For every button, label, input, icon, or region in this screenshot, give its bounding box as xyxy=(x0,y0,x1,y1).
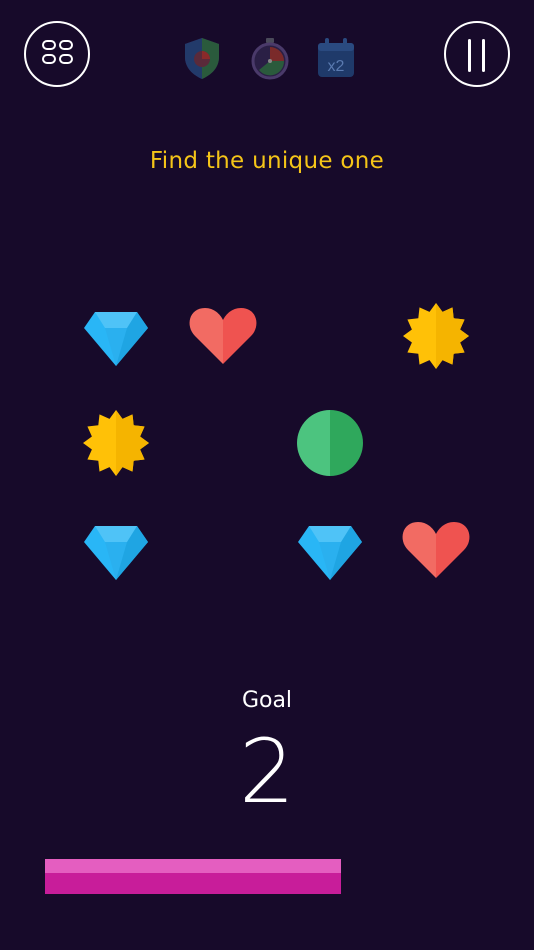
circle-icon xyxy=(297,410,363,476)
instruction-title: Find the unique one xyxy=(149,148,385,174)
diamond-icon xyxy=(298,526,362,580)
diamond-icon xyxy=(84,526,148,580)
heart-tile[interactable] xyxy=(185,298,261,374)
powerup-x2-label: x2 xyxy=(328,58,345,75)
menu-button[interactable] xyxy=(24,21,90,87)
heart-icon xyxy=(189,308,257,364)
pause-button[interactable] xyxy=(444,21,510,87)
shield-powerup-icon[interactable] xyxy=(179,35,225,81)
diamond-tile[interactable] xyxy=(78,298,154,374)
pause-icon-bar xyxy=(482,39,485,72)
pause-icon xyxy=(468,39,471,72)
goal-label: Goal xyxy=(241,688,293,713)
grid-menu-icon xyxy=(40,40,76,70)
sun-tile[interactable] xyxy=(398,298,474,374)
sun-icon xyxy=(403,303,469,369)
sun-icon xyxy=(83,410,149,476)
heart-tile[interactable] xyxy=(398,512,474,588)
diamond-tile[interactable] xyxy=(78,512,154,588)
calendar-x2-powerup-icon[interactable]: x2 xyxy=(313,35,359,81)
timer-powerup-icon[interactable] xyxy=(247,35,293,81)
circle-tile[interactable] xyxy=(292,405,368,481)
progress-bar xyxy=(45,859,341,894)
diamond-tile[interactable] xyxy=(292,512,368,588)
heart-icon xyxy=(402,522,470,578)
goal-value: 2 xyxy=(239,720,295,823)
diamond-icon xyxy=(84,312,148,366)
sun-tile[interactable] xyxy=(78,405,154,481)
